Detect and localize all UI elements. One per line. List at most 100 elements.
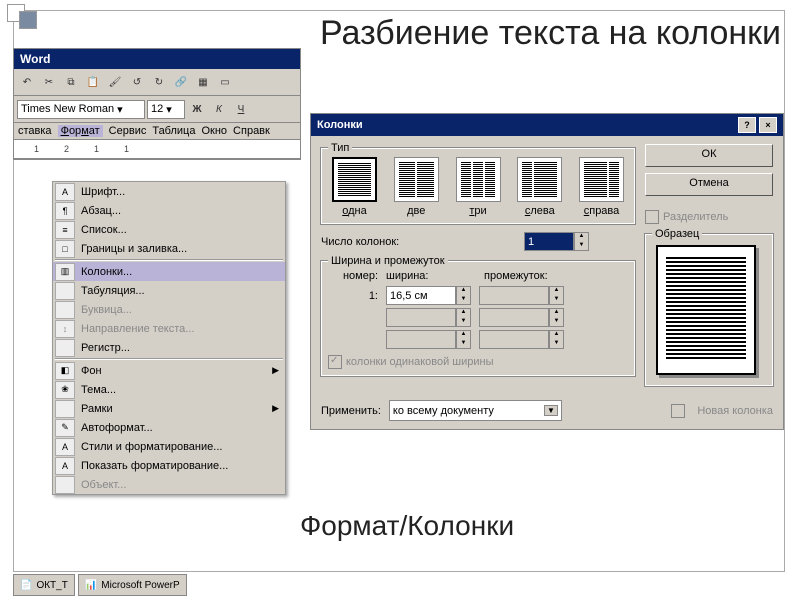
menu-item-icon xyxy=(55,301,75,319)
preview-page xyxy=(656,245,756,375)
copy-icon[interactable]: ⧉ xyxy=(61,72,81,92)
undo-icon[interactable]: ↶ xyxy=(17,72,37,92)
close-button[interactable]: × xyxy=(759,117,777,133)
menu-help[interactable]: Справк xyxy=(233,125,270,137)
word-toolbar: ↶ ✂ ⧉ 📋 🖌 ↺ ↻ 🔗 ▦ ▭ xyxy=(14,69,300,96)
menu-insert[interactable]: ставка xyxy=(18,125,52,137)
col-gap-label: промежуток: xyxy=(484,270,548,282)
word-window: Word ↶ ✂ ⧉ 📋 🖌 ↺ ↻ 🔗 ▦ ▭ Times New Roman… xyxy=(13,48,301,160)
menu-item[interactable]: Табуляция... xyxy=(53,281,285,300)
format-painter-icon[interactable]: 🖌 xyxy=(105,72,125,92)
menu-service[interactable]: Сервис xyxy=(109,125,147,137)
table-icon[interactable]: ▦ xyxy=(193,72,213,92)
gap-3-input xyxy=(479,330,549,349)
paste-icon[interactable]: 📋 xyxy=(83,72,103,92)
col-number-label: номер: xyxy=(328,270,378,282)
menu-item-label: Колонки... xyxy=(81,266,132,278)
ok-button[interactable]: ОК xyxy=(645,144,773,167)
count-spinner[interactable]: ▲▼ xyxy=(524,232,589,251)
equal-width-checkbox xyxy=(328,355,342,369)
menu-item-icon xyxy=(55,282,75,300)
preset-одна[interactable]: одна xyxy=(328,157,381,217)
width-1-input[interactable] xyxy=(386,286,456,305)
menu-item-label: Направление текста... xyxy=(81,323,194,335)
menu-format[interactable]: Формат xyxy=(58,125,103,137)
hyperlink-icon[interactable]: 🔗 xyxy=(171,72,191,92)
taskbar-item[interactable]: 📊Microsoft PowerP xyxy=(78,574,187,596)
menu-item-label: Фон xyxy=(81,365,102,377)
menu-window[interactable]: Окно xyxy=(201,125,227,137)
cut-icon[interactable]: ✂ xyxy=(39,72,59,92)
row1-num: 1: xyxy=(328,290,378,302)
width-group-label: Ширина и промежуток xyxy=(328,255,448,267)
separator-checkbox xyxy=(645,210,659,224)
menu-item[interactable]: AПоказать форматирование... xyxy=(53,456,285,475)
menu-item-label: Тема... xyxy=(81,384,116,396)
col-width-label: ширина: xyxy=(386,270,476,282)
menu-item[interactable]: Рамки▶ xyxy=(53,399,285,418)
menu-item-label: Объект... xyxy=(81,479,126,491)
separator-label: Разделитель xyxy=(663,211,728,223)
menu-item-icon: □ xyxy=(55,240,75,258)
width-2-input xyxy=(386,308,456,327)
menu-item-icon: ✎ xyxy=(55,419,75,437)
taskbar-item[interactable]: 📄ОКТ_Т xyxy=(13,574,75,596)
word-menubar: ставка Формат Сервис Таблица Окно Справк xyxy=(14,123,300,140)
menu-item[interactable]: ▥ Колонки... xyxy=(53,262,285,281)
preset-слева[interactable]: слева xyxy=(513,157,566,217)
word-ruler: 1211 xyxy=(14,140,300,159)
gap-2-input xyxy=(479,308,549,327)
width-3-input xyxy=(386,330,456,349)
word-font-toolbar: Times New Roman ▾ 12 ▾ Ж К Ч xyxy=(14,96,300,123)
font-size-select[interactable]: 12 ▾ xyxy=(147,100,185,119)
preset-label: три xyxy=(452,205,505,217)
menu-item-label: Абзац... xyxy=(81,205,121,217)
bold-icon[interactable]: Ж xyxy=(187,99,207,119)
dialog-title: Колонки xyxy=(317,119,363,131)
menu-item[interactable]: ✎ Автоформат... xyxy=(53,418,285,437)
gap-1-input xyxy=(479,286,549,305)
menu-item-label: Регистр... xyxy=(81,342,130,354)
apply-select[interactable]: ко всему документу▼ xyxy=(389,400,562,421)
preset-три[interactable]: три xyxy=(452,157,505,217)
menu-item[interactable]: □Границы и заливка... xyxy=(53,239,285,258)
menu-item[interactable]: ❀Тема... xyxy=(53,380,285,399)
font-name-value: Times New Roman xyxy=(21,103,114,115)
menu-item-label: Шрифт... xyxy=(81,186,125,198)
preset-две[interactable]: две xyxy=(390,157,443,217)
help-button[interactable]: ? xyxy=(738,117,756,133)
menu-item[interactable]: AШрифт... xyxy=(53,182,285,201)
menu-item-label: Список... xyxy=(81,224,127,236)
menu-item[interactable]: ¶ Абзац... xyxy=(53,201,285,220)
menu-item-icon: A xyxy=(55,457,75,475)
preset-label: одна xyxy=(328,205,381,217)
menu-item[interactable]: ◧Фон▶ xyxy=(53,361,285,380)
font-size-value: 12 xyxy=(151,103,163,115)
menu-item-icon xyxy=(55,476,75,494)
underline-icon[interactable]: Ч xyxy=(231,99,251,119)
preview-group: Образец xyxy=(645,234,773,386)
menu-item-label: Стили и форматирование... xyxy=(81,441,222,453)
preview-label: Образец xyxy=(652,228,702,240)
type-label: Тип xyxy=(328,142,352,154)
cancel-button[interactable]: Отмена xyxy=(645,173,773,196)
menu-item-icon: ▥ xyxy=(55,263,75,281)
italic-icon[interactable]: К xyxy=(209,99,229,119)
redo-icon[interactable]: ↻ xyxy=(149,72,169,92)
slide-footer: Формат/Колонки xyxy=(300,510,514,542)
format-dropdown: AШрифт...¶Абзац...≡Список...□Границы и з… xyxy=(52,181,286,495)
menu-item[interactable]: ≡Список... xyxy=(53,220,285,239)
menu-item-icon: ◧ xyxy=(55,362,75,380)
menu-item: ↕Направление текста... xyxy=(53,319,285,338)
menu-table[interactable]: Таблица xyxy=(152,125,195,137)
preset-справа[interactable]: справа xyxy=(575,157,628,217)
undo2-icon[interactable]: ↺ xyxy=(127,72,147,92)
menu-item[interactable]: Регистр... xyxy=(53,338,285,357)
preset-label: слева xyxy=(513,205,566,217)
border-icon[interactable]: ▭ xyxy=(215,72,235,92)
font-name-select[interactable]: Times New Roman ▾ xyxy=(17,100,145,119)
menu-item-icon: ¶ xyxy=(55,202,75,220)
menu-item-label: Автоформат... xyxy=(81,422,153,434)
menu-item[interactable]: AСтили и форматирование... xyxy=(53,437,285,456)
count-input[interactable] xyxy=(524,232,574,251)
